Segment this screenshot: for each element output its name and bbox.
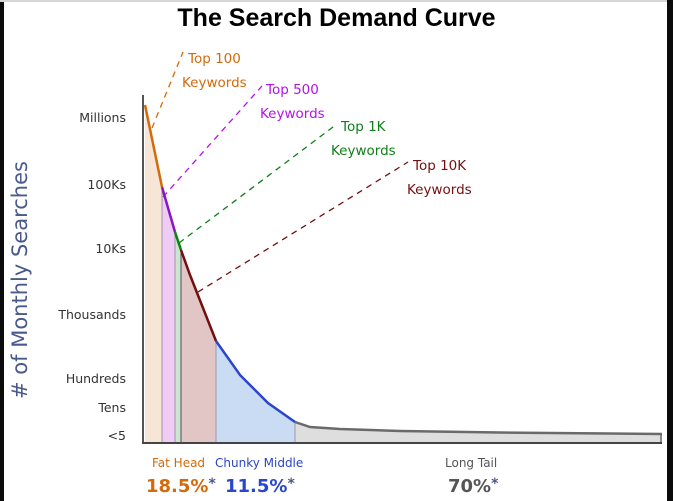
segment-percent-fat-head: 18.5%* [146, 476, 216, 497]
callout-top-10k-line1: Top 10K [413, 158, 467, 174]
callout-top-500-line2: Keywords [260, 106, 325, 122]
callout-top-500-line1: Top 500 [266, 82, 319, 98]
segment-fill-top-1k [175, 232, 181, 443]
segment-fills [145, 105, 662, 443]
segment-fill-top-100 [145, 105, 162, 443]
callout-top-500: Top 500 Keywords [260, 78, 325, 126]
y-tick-millions: Millions [79, 110, 126, 125]
segment-label-long-tail: Long Tail [445, 456, 498, 470]
y-tick-10ks: 10Ks [95, 241, 126, 256]
callout-top-100: Top 100 Keywords [182, 47, 247, 95]
fat-head-percent-value: 18.5% [146, 476, 209, 497]
callout-top-1k: Top 1K Keywords [331, 115, 396, 163]
chunky-middle-percent-value: 11.5% [225, 476, 288, 497]
leader-line-top-10k [197, 161, 409, 293]
long-tail-percent-value: 70% [448, 476, 492, 497]
leader-line-top-500 [162, 85, 263, 198]
long-tail-asterisk: * [491, 476, 499, 492]
callout-top-1k-line2: Keywords [331, 143, 396, 159]
leader-line-top-1k [178, 123, 338, 244]
chunky-middle-asterisk: * [287, 476, 295, 492]
fat-head-asterisk: * [208, 476, 216, 492]
segment-label-fat-head: Fat Head [152, 456, 206, 470]
y-axis-label: # of Monthly Searches [8, 161, 32, 399]
y-tick-tens: Tens [98, 400, 126, 415]
y-tick-less-than-5: <5 [107, 428, 126, 443]
callout-top-1k-line1: Top 1K [341, 119, 386, 135]
callout-top-100-line2: Keywords [182, 75, 247, 91]
callout-top-100-line1: Top 100 [188, 51, 241, 67]
y-tick-100ks: 100Ks [87, 177, 126, 192]
segment-percent-long-tail: 70%* [448, 476, 498, 497]
callout-top-10k-line2: Keywords [407, 182, 472, 198]
callout-top-10k: Top 10K Keywords [407, 154, 472, 202]
segment-label-chunky-middle: Chunky Middle [215, 456, 304, 470]
segment-fill-top-10k [181, 250, 216, 443]
y-tick-thousands: Thousands [58, 307, 126, 322]
segment-percent-chunky-middle: 11.5%* [225, 476, 295, 497]
y-tick-hundreds: Hundreds [65, 371, 126, 386]
leader-line-top-100 [151, 51, 184, 129]
